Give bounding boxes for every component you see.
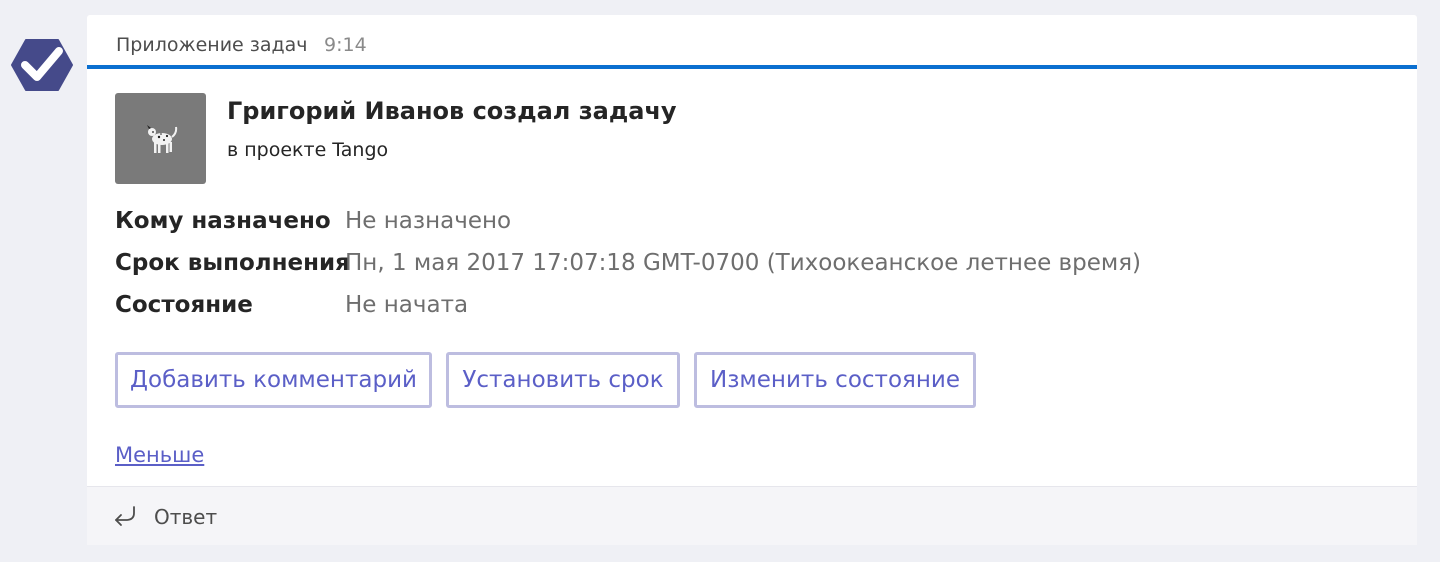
add-comment-button[interactable]: Добавить комментарий <box>115 352 432 408</box>
change-status-button[interactable]: Изменить состояние <box>694 352 976 408</box>
reply-label: Ответ <box>154 505 218 529</box>
app-avatar[interactable] <box>11 37 73 93</box>
message-header: Приложение задач 9:14 <box>87 15 1417 69</box>
reply-bar[interactable]: Ответ <box>87 486 1417 545</box>
card-subtitle: в проекте Tango <box>227 139 389 161</box>
card-title: Григорий Иванов создал задачу <box>227 97 677 125</box>
show-less-link[interactable]: Меньше <box>115 443 204 467</box>
fact-label-assignee: Кому назначено <box>115 208 331 234</box>
message-card: Приложение задач 9:14 Григорий Иванов со… <box>87 15 1417 545</box>
task-thumbnail <box>115 93 206 184</box>
fact-value-due-date: Пн, 1 мая 2017 17:07:18 GMT-0700 (Тихоок… <box>345 250 1142 276</box>
fact-value-assignee: Не назначено <box>345 208 512 234</box>
sender-name[interactable]: Приложение задач <box>116 34 308 56</box>
checkmark-hexagon-icon <box>11 39 73 91</box>
fact-value-status: Не начата <box>345 292 469 318</box>
set-due-date-button[interactable]: Установить срок <box>446 352 680 408</box>
fact-label-status: Состояние <box>115 292 253 318</box>
reply-arrow-icon <box>115 506 135 526</box>
message-time: 9:14 <box>324 34 367 56</box>
dalmatian-dog-icon <box>147 125 178 153</box>
fact-label-due-date: Срок выполнения <box>115 250 350 276</box>
